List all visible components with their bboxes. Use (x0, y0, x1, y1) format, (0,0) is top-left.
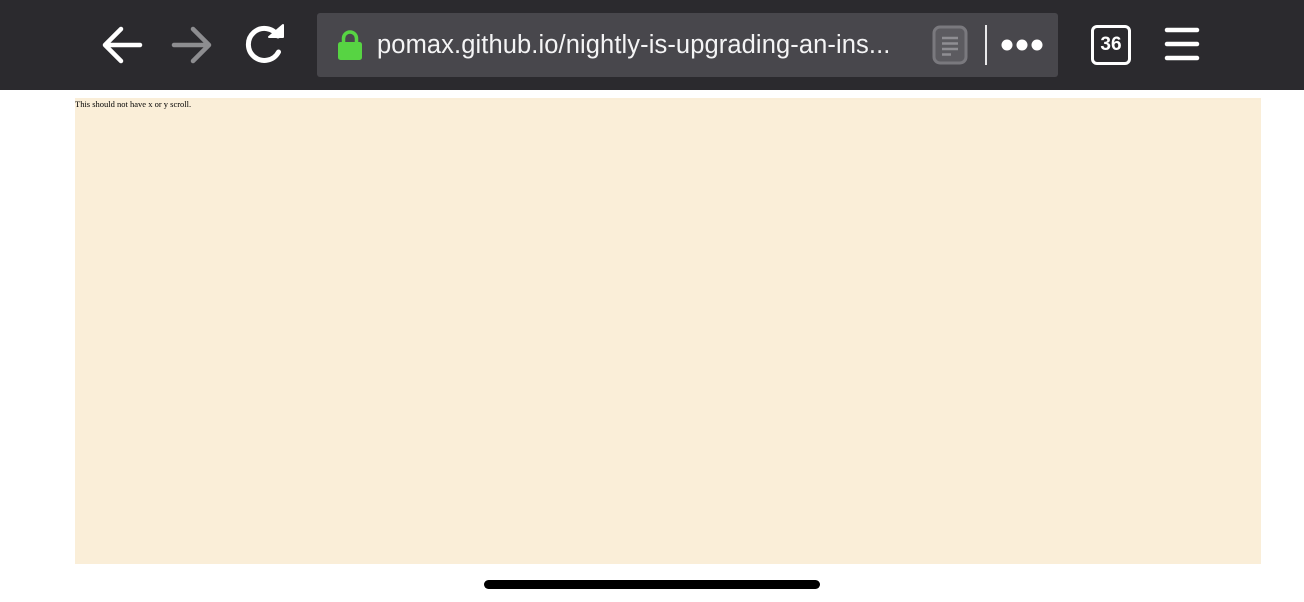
hamburger-menu-icon (1164, 27, 1200, 61)
reload-button[interactable] (242, 22, 288, 68)
page-text: This should not have x or y scroll. (75, 99, 192, 109)
home-indicator[interactable] (484, 580, 820, 589)
forward-button[interactable] (170, 24, 216, 66)
reload-icon (245, 24, 284, 63)
tab-count: 36 (1100, 34, 1122, 55)
url-bar[interactable]: pomax.github.io/nightly-is-upgrading-an-… (317, 13, 1058, 77)
more-dots-icon (1001, 39, 1043, 51)
back-button[interactable] (100, 24, 144, 66)
arrow-right-icon (171, 26, 212, 64)
reader-view-button[interactable] (931, 25, 969, 65)
reader-view-icon (932, 25, 968, 65)
tabs-button[interactable]: 36 (1091, 25, 1131, 65)
page-content: This should not have x or y scroll. (75, 98, 1261, 564)
lock-icon (338, 30, 362, 60)
arrow-left-icon (102, 26, 143, 64)
menu-button[interactable] (1164, 26, 1200, 62)
url-bar-separator (985, 25, 987, 65)
browser-toolbar: pomax.github.io/nightly-is-upgrading-an-… (0, 0, 1304, 90)
page-actions-button[interactable] (1001, 33, 1045, 57)
url-text[interactable]: pomax.github.io/nightly-is-upgrading-an-… (377, 13, 922, 77)
